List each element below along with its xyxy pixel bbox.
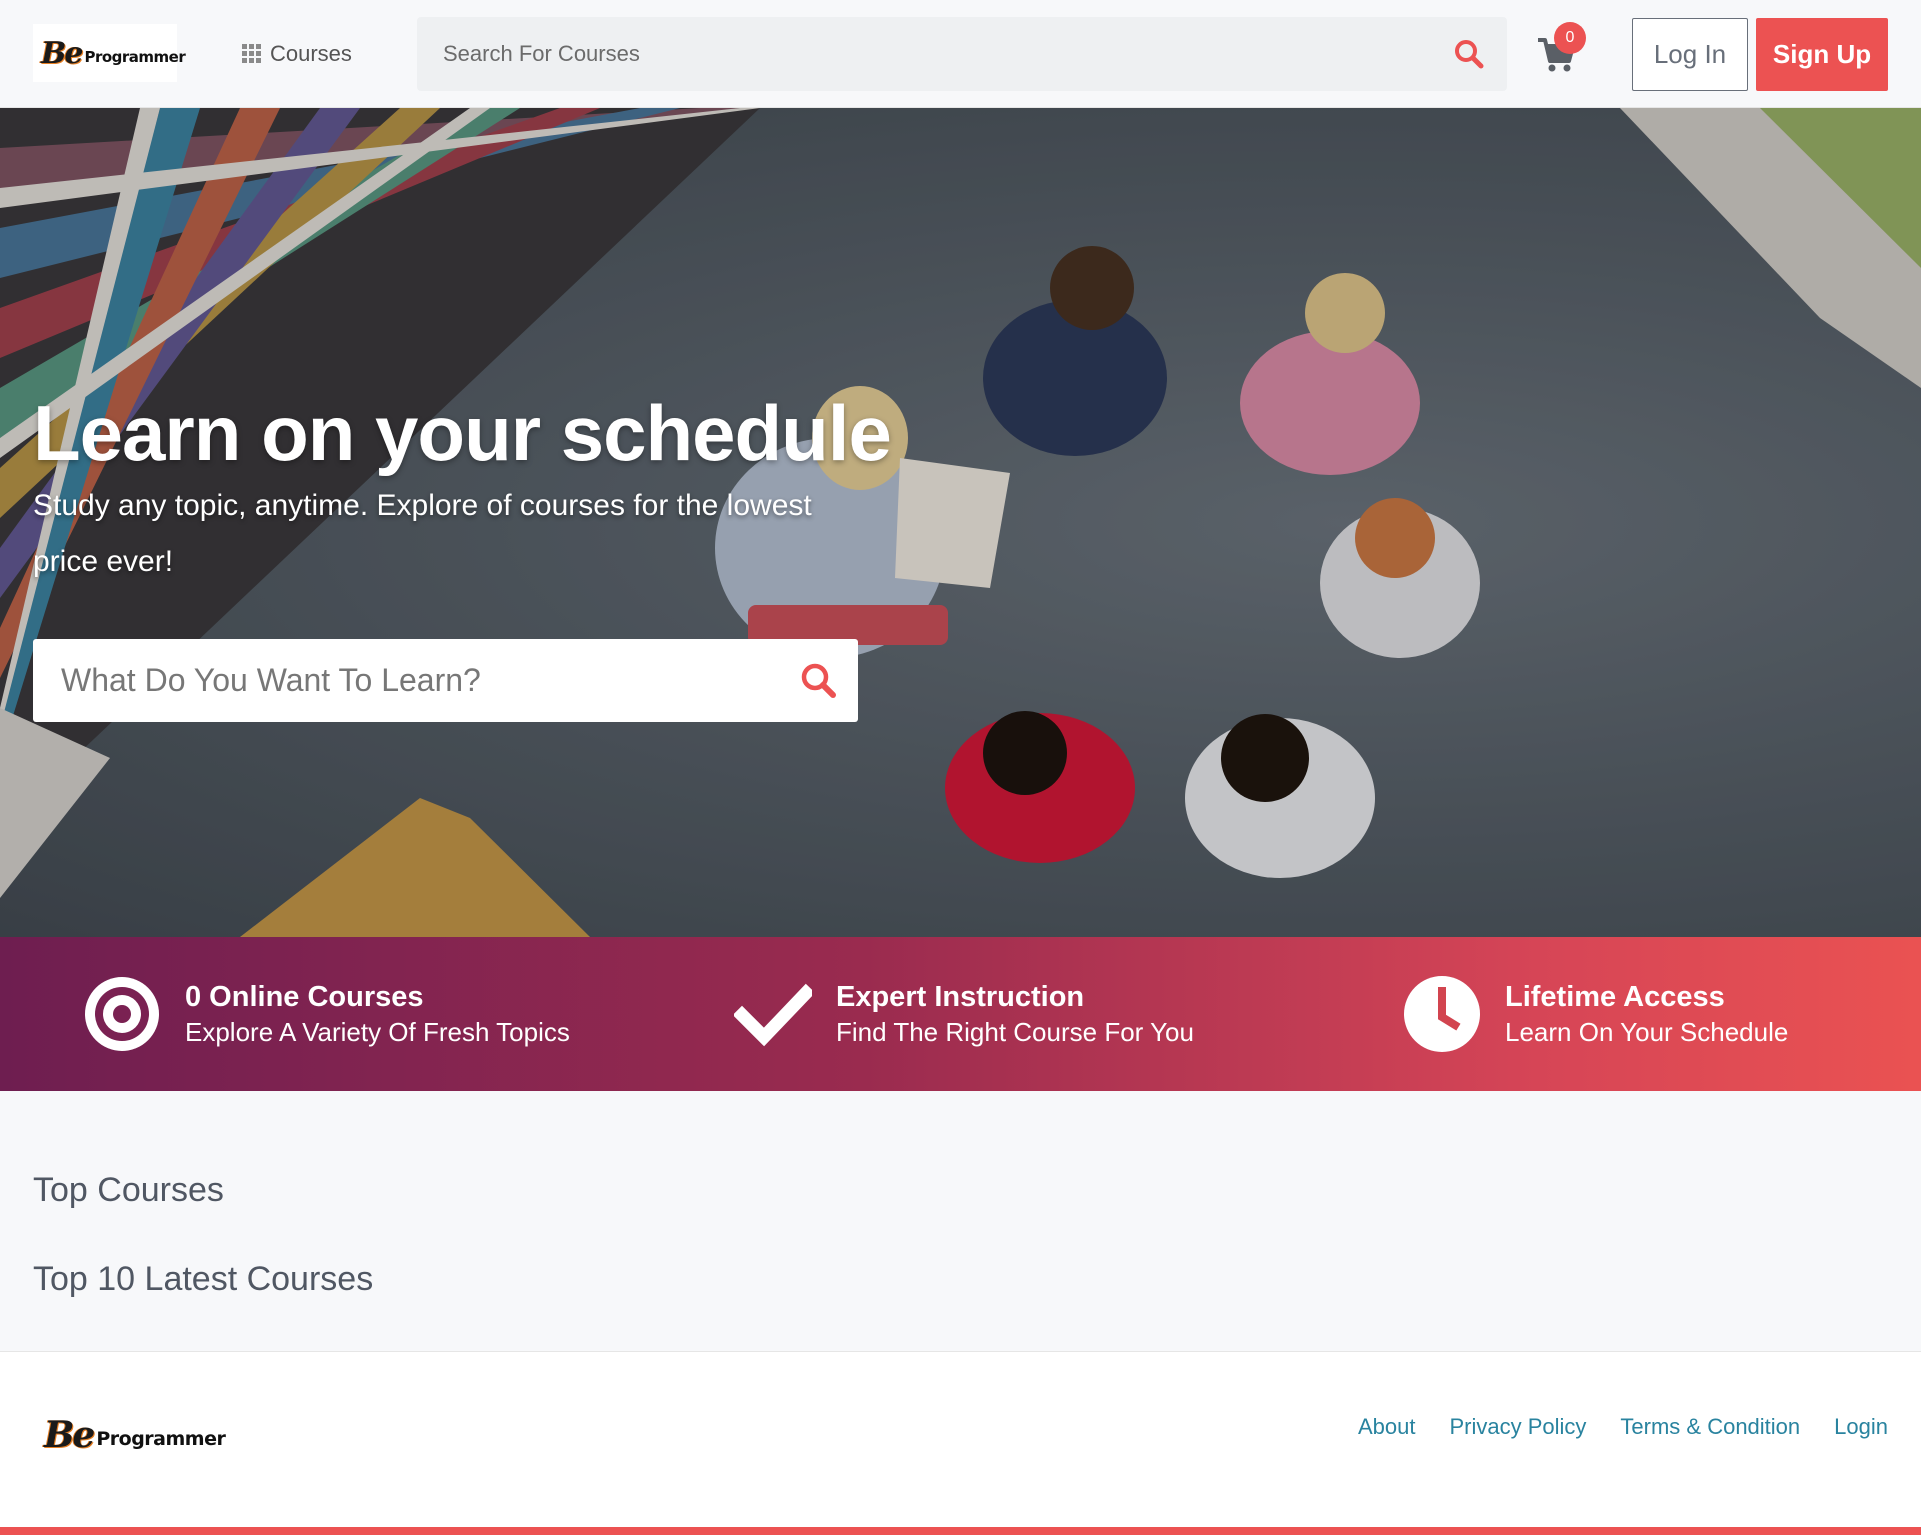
login-button[interactable]: Log In <box>1632 18 1748 91</box>
hero-search-box <box>33 639 858 722</box>
feature-description: Explore A Variety Of Fresh Topics <box>185 1017 570 1047</box>
site-footer: Be Programmer About Privacy Policy Terms… <box>0 1351 1921 1527</box>
top-courses-heading: Top Courses <box>33 1171 224 1209</box>
checkmark-icon <box>734 983 812 1047</box>
logo-text: Programmer <box>96 1428 226 1450</box>
feature-title: 0 Online Courses <box>185 981 424 1013</box>
hero-banner: Learn on your schedule Study any topic, … <box>0 108 1921 937</box>
hero-title: Learn on your schedule <box>33 389 892 477</box>
footer-link-privacy-policy[interactable]: Privacy Policy <box>1449 1414 1586 1440</box>
courses-menu-button[interactable]: Courses <box>242 38 352 70</box>
footer-link-about[interactable]: About <box>1358 1414 1416 1440</box>
target-icon <box>85 977 159 1051</box>
grid-icon <box>242 44 262 64</box>
feature-lifetime-access: Lifetime Access Learn On Your Schedule <box>1403 937 1788 1091</box>
hero-search-input[interactable] <box>33 639 858 722</box>
hero-subtitle: Study any topic, anytime. Explore of cou… <box>33 489 812 578</box>
header-search-input[interactable] <box>417 17 1507 91</box>
cart-count-badge: 0 <box>1554 22 1586 54</box>
feature-expert-instruction: Expert Instruction Find The Right Course… <box>734 937 1194 1091</box>
signup-button[interactable]: Sign Up <box>1756 18 1888 91</box>
logo-mark: Be <box>44 1414 95 1456</box>
clock-icon <box>1404 976 1480 1052</box>
search-icon[interactable] <box>1453 38 1485 70</box>
latest-courses-heading: Top 10 Latest Courses <box>33 1260 374 1298</box>
courses-menu-label: Courses <box>270 41 352 66</box>
site-header: Be Programmer Courses 0 Log In Sign Up <box>0 0 1921 108</box>
header-search-bar <box>417 17 1507 91</box>
feature-title: Lifetime Access <box>1505 981 1725 1013</box>
site-logo[interactable]: Be Programmer <box>33 24 186 82</box>
footer-links: About Privacy Policy Terms & Condition L… <box>1358 1414 1888 1440</box>
footer-accent-bar <box>0 1527 1921 1535</box>
footer-link-terms[interactable]: Terms & Condition <box>1620 1414 1800 1440</box>
feature-description: Find The Right Course For You <box>836 1017 1194 1047</box>
feature-online-courses: 0 Online Courses Explore A Variety Of Fr… <box>83 937 570 1091</box>
feature-description: Learn On Your Schedule <box>1505 1017 1789 1047</box>
footer-link-login[interactable]: Login <box>1834 1414 1888 1440</box>
logo-mark: Be <box>41 35 83 71</box>
footer-logo[interactable]: Be Programmer <box>44 1414 226 1456</box>
hero-search-icon[interactable] <box>800 662 838 700</box>
logo-text: Programmer <box>84 48 186 66</box>
feature-title: Expert Instruction <box>836 981 1085 1013</box>
features-band: 0 Online Courses Explore A Variety Of Fr… <box>0 937 1921 1091</box>
